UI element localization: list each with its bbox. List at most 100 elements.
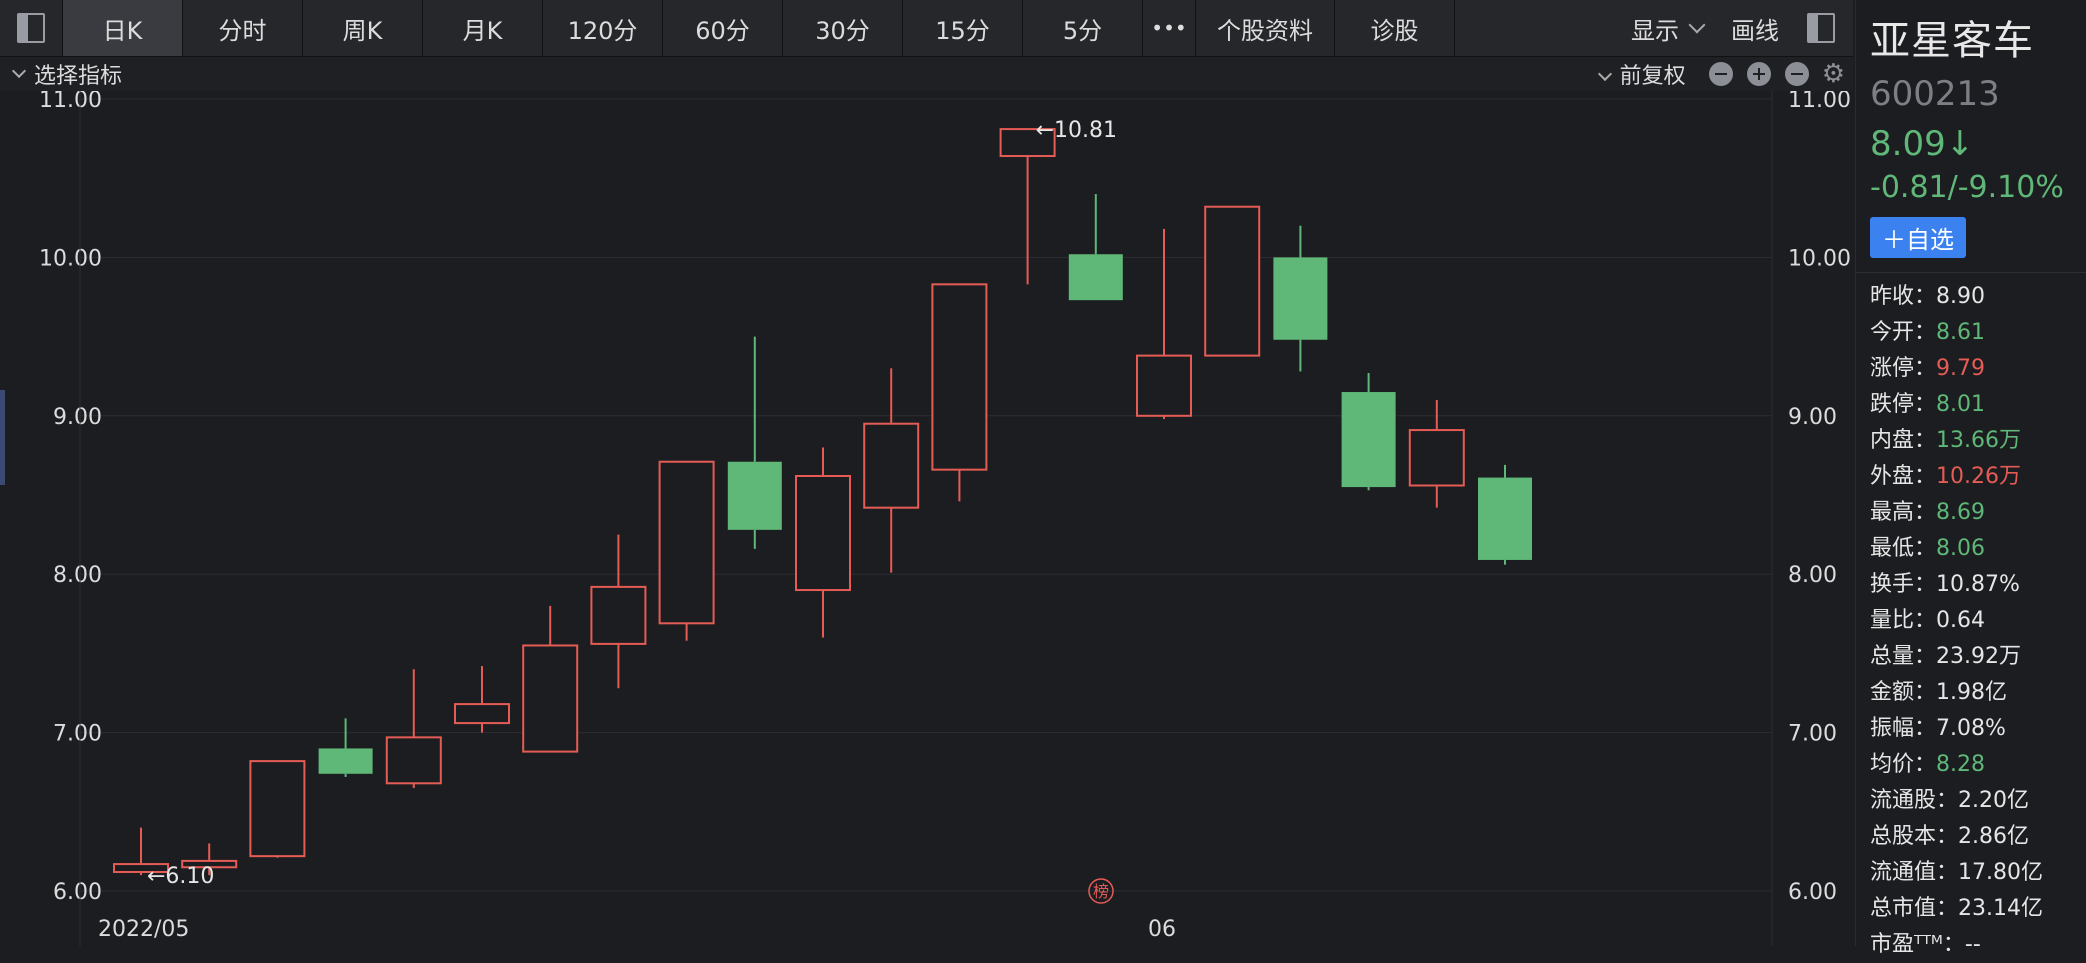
stat-label: 总市值： [1870, 896, 1959, 921]
stat-value: 8.06 [1936, 536, 1985, 561]
stat-row: 外盘：10.26万 [1870, 459, 2086, 495]
tab-daily-k[interactable]: 日K [63, 0, 183, 56]
indicator-label: 选择指标 [34, 64, 123, 89]
stat-value: 0.64 [1936, 608, 1985, 633]
candle-body-up [1136, 354, 1192, 417]
add-watchlist-button[interactable]: ＋自选 [1870, 217, 1966, 258]
stat-row: 最低：8.06 [1870, 531, 2086, 567]
y-tick-right: 11.00 [1788, 91, 1851, 113]
x-axis-label: 2022/05 [98, 917, 189, 942]
candle-body-up [863, 422, 920, 509]
stat-value: 2.20亿 [1958, 788, 2030, 813]
y-tick-left: 8.00 [53, 563, 102, 588]
tab-5min[interactable]: 5分 [1023, 0, 1143, 56]
stat-row: 量比：0.64 [1870, 603, 2086, 639]
stat-label: 总股本： [1870, 824, 1959, 849]
candle-body-up [795, 474, 851, 592]
display-dropdown[interactable]: 显示 [1631, 11, 1706, 46]
tab-weekly-k[interactable]: 周K [303, 0, 423, 56]
tab-30min[interactable]: 30分 [783, 0, 903, 56]
tab-monthly-k[interactable]: 月K [423, 0, 543, 56]
stat-label: 换手： [1870, 572, 1937, 597]
kline-chart[interactable]: 11.00 11.00 10.00 10.00 9.00 9.00 8.00 8.00 7.00… [0, 91, 1853, 946]
candle-body-up [522, 644, 579, 753]
left-panel-toggle[interactable] [0, 0, 63, 56]
y-tick-right: 9.00 [1788, 405, 1837, 430]
more-icon[interactable]: ••• [1143, 0, 1196, 56]
stat-label: 跌停： [1870, 392, 1937, 417]
stat-label: 量比： [1870, 608, 1937, 633]
indicator-selector[interactable]: 选择指标 [0, 58, 122, 90]
candle-body-up [385, 736, 442, 785]
candle-body-down [1068, 254, 1123, 301]
tab-intraday[interactable]: 分时 [183, 0, 303, 56]
stat-row: 总量：23.92万 [1870, 639, 2086, 675]
rank-badge-label: 榜 [1093, 882, 1109, 901]
stat-value: 2.86亿 [1958, 824, 2030, 849]
stat-row: 总市值：23.14亿 [1870, 891, 2086, 927]
stat-value: 7.08% [1936, 716, 2006, 741]
y-tick-right: 10.00 [1788, 246, 1851, 271]
stat-value: 8.69 [1936, 500, 1985, 525]
stats-list: 昨收：8.90 今开：8.61 涨停：9.79 跌停：8.01 内盘：13.66万 外盘：… [1856, 279, 2086, 963]
right-panel-toggle[interactable] [1807, 13, 1835, 43]
period-toolbar: 日K 分时 周K 月K 120分 60分 30分 15分 5分 ••• 个股资料… [0, 0, 1853, 57]
stock-info-panel: 亚星客车 600213 8.09↓ -0.81/-9.10% ＋自选 昨收：8.… [1855, 0, 2086, 957]
stock-price: 8.09↓ [1870, 124, 1975, 164]
stat-label: 最低： [1870, 536, 1937, 561]
stat-row: 换手：10.87% [1870, 567, 2086, 603]
adjust-dropdown[interactable]: 前复权 [1597, 58, 1686, 90]
tab-60min[interactable]: 60分 [663, 0, 783, 56]
stock-change: -0.81/-9.10% [1870, 170, 2064, 205]
stat-row: 最高：8.69 [1870, 495, 2086, 531]
candle-body-up [454, 703, 510, 725]
stat-label: 市盈ᵀᵀᴹ： [1870, 932, 1965, 957]
candle-body-up [249, 760, 306, 858]
candle-body-up [590, 585, 647, 645]
zoom-out-icon[interactable] [1708, 62, 1733, 86]
divider [1856, 272, 2086, 273]
stat-label: 昨收： [1870, 284, 1937, 309]
stat-label: 今开： [1870, 320, 1937, 345]
stock-name: 亚星客车 [1870, 18, 2034, 64]
stat-row: 市盈ᵀᵀᴹ：-- [1870, 927, 2086, 963]
panel-layout-icon [1807, 13, 1835, 43]
collapse-icon[interactable] [1784, 62, 1809, 86]
stat-label: 内盘： [1870, 428, 1937, 453]
stat-row: 金额：1.98亿 [1870, 675, 2086, 711]
candle-body-down [1273, 257, 1328, 340]
chevron-down-icon [1597, 66, 1612, 82]
indicator-bar: 选择指标 前复权 ⚙ [0, 57, 1853, 91]
stat-value: 17.80亿 [1958, 860, 2043, 885]
candle-body-up [658, 460, 715, 625]
stat-value: 9.79 [1936, 356, 1985, 381]
draw-line-button[interactable]: 画线 [1731, 11, 1779, 46]
candle-body-up [931, 283, 988, 471]
gear-icon[interactable]: ⚙ [1822, 61, 1845, 87]
y-tick-right: 7.00 [1788, 722, 1837, 747]
chevron-down-icon [1688, 16, 1706, 34]
stat-label: 均价： [1870, 752, 1937, 777]
stat-value: 23.14亿 [1958, 896, 2043, 921]
max-price-label: ←10.81 [1036, 118, 1117, 143]
stat-value: 1.98亿 [1936, 680, 2008, 705]
adjust-label: 前复权 [1619, 64, 1686, 89]
stat-row: 流通股：2.20亿 [1870, 783, 2086, 819]
y-tick-left: 7.00 [53, 722, 102, 747]
stat-row: 总股本：2.86亿 [1870, 819, 2086, 855]
stat-label: 振幅： [1870, 716, 1937, 741]
candle-body-down [727, 461, 782, 530]
stat-label: 涨停： [1870, 356, 1937, 381]
stat-row: 均价：8.28 [1870, 747, 2086, 783]
x-axis-label: 06 [1148, 917, 1176, 942]
stat-label: 外盘： [1870, 464, 1937, 489]
diagnosis-button[interactable]: 诊股 [1335, 0, 1455, 56]
stat-row: 内盘：13.66万 [1870, 423, 2086, 459]
stock-profile-button[interactable]: 个股资料 [1196, 0, 1335, 56]
candle-body-down [1478, 477, 1532, 560]
tab-15min[interactable]: 15分 [903, 0, 1023, 56]
zoom-in-icon[interactable] [1746, 62, 1771, 86]
stat-value: 23.92万 [1936, 644, 2021, 669]
tab-120min[interactable]: 120分 [543, 0, 663, 56]
chevron-down-icon [11, 63, 27, 79]
